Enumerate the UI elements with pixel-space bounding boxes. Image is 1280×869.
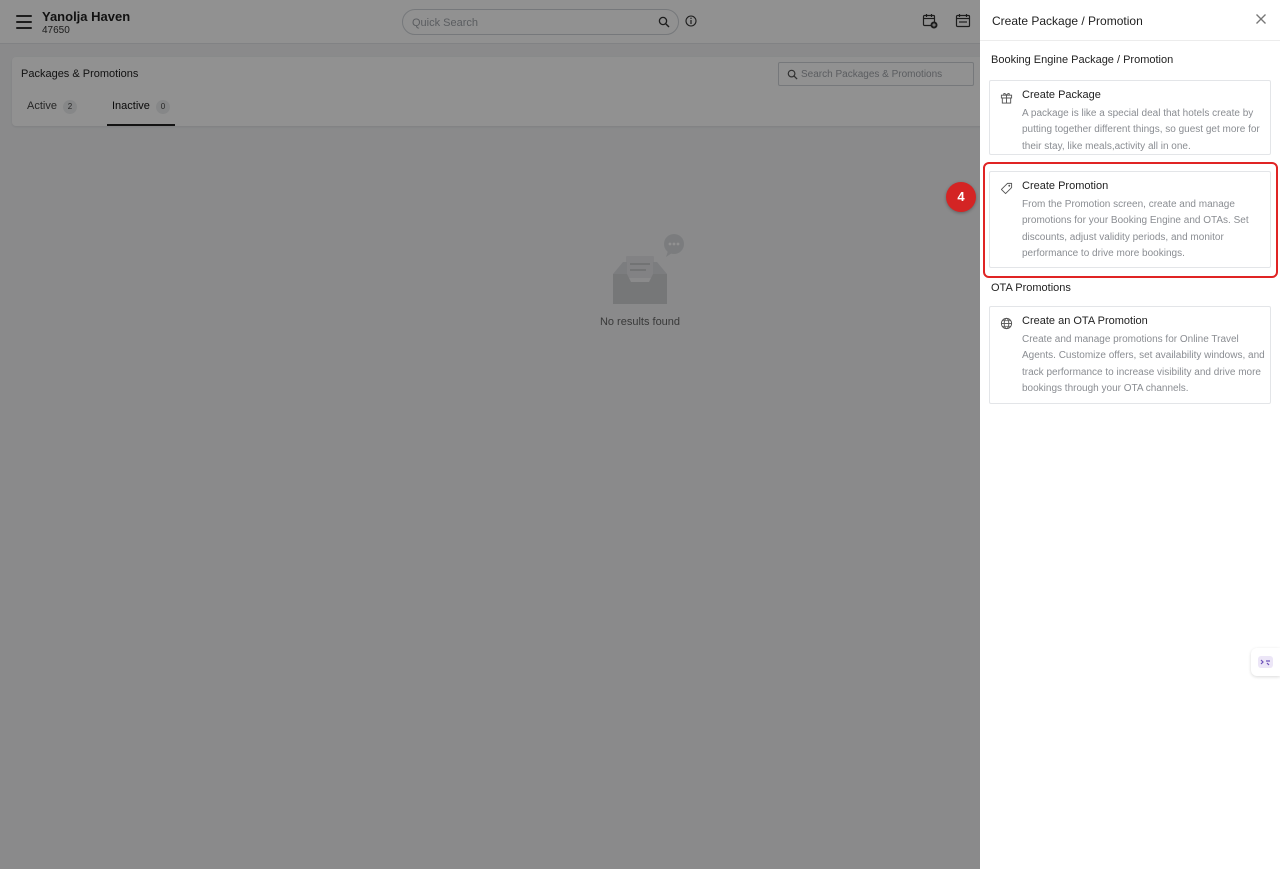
- close-icon[interactable]: [1255, 13, 1267, 25]
- drawer-header: Create Package / Promotion: [980, 0, 1280, 41]
- create-drawer: Create Package / Promotion Booking Engin…: [980, 0, 1280, 869]
- section-title-booking-engine: Booking Engine Package / Promotion: [991, 54, 1174, 66]
- option-title: Create an OTA Promotion: [1022, 315, 1148, 327]
- option-description: Create and manage promotions for Online …: [1022, 334, 1265, 395]
- drawer-title: Create Package / Promotion: [992, 14, 1143, 28]
- gift-icon: [1000, 92, 1013, 104]
- create-ota-promotion-option[interactable]: Create an OTA Promotion Create and manag…: [989, 306, 1271, 404]
- globe-icon: [1000, 317, 1013, 330]
- step-highlight-frame: [983, 162, 1278, 278]
- chat-bot-icon: [1258, 656, 1273, 668]
- option-description: A package is like a special deal that ho…: [1022, 108, 1260, 152]
- step-badge: 4: [946, 182, 976, 212]
- modal-overlay[interactable]: [0, 0, 980, 869]
- create-package-option[interactable]: Create Package A package is like a speci…: [989, 80, 1271, 155]
- chat-widget[interactable]: [1251, 648, 1280, 676]
- section-title-ota: OTA Promotions: [991, 282, 1071, 294]
- option-title: Create Package: [1022, 89, 1101, 101]
